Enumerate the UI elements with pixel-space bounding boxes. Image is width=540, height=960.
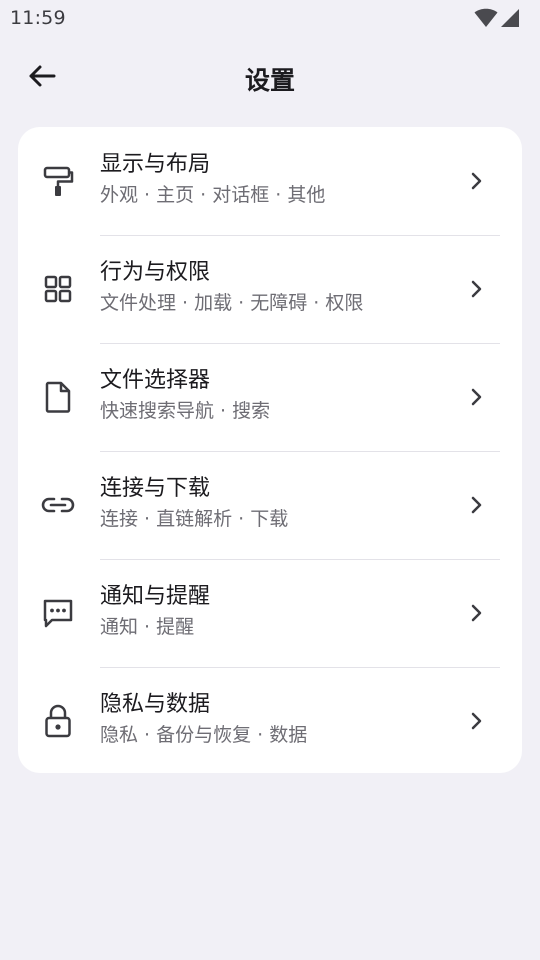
item-subtitle: 隐私 · 备份与恢复 · 数据 [100, 724, 308, 746]
status-bar: 11:59 [0, 0, 540, 36]
settings-card: 显示与布局 外观 · 主页 · 对话框 · 其他 行为与权限 文件处理 · 加载… [18, 127, 522, 773]
settings-item-display-layout[interactable]: 显示与布局 外观 · 主页 · 对话框 · 其他 [18, 127, 522, 235]
link-icon [40, 487, 76, 523]
status-icons [474, 8, 520, 32]
page-title: 设置 [244, 66, 295, 95]
chevron-right-icon [464, 709, 488, 733]
chevron-right-icon [464, 277, 488, 301]
item-text: 行为与权限 文件处理 · 加载 · 无障碍 · 权限 [100, 258, 363, 317]
cellular-signal-icon [500, 8, 520, 32]
chevron-right-icon [464, 169, 488, 193]
item-title: 文件选择器 [100, 368, 211, 393]
paint-roller-icon [40, 163, 76, 199]
status-time: 11:59 [10, 7, 66, 29]
settings-item-notifications-reminders[interactable]: 通知与提醒 通知 · 提醒 [18, 559, 522, 667]
item-subtitle: 文件处理 · 加载 · 无障碍 · 权限 [100, 292, 364, 314]
settings-item-privacy-data[interactable]: 隐私与数据 隐私 · 备份与恢复 · 数据 [18, 667, 522, 775]
item-title: 隐私与数据 [100, 692, 211, 717]
file-icon [40, 379, 76, 415]
item-text: 文件选择器 快速搜索导航 · 搜索 [100, 366, 270, 425]
item-text: 显示与布局 外观 · 主页 · 对话框 · 其他 [100, 150, 325, 209]
app-bar: 设置 [0, 36, 540, 120]
message-icon [40, 595, 76, 631]
item-title: 连接与下载 [100, 476, 211, 501]
item-subtitle: 快速搜索导航 · 搜索 [100, 400, 271, 422]
item-title: 行为与权限 [100, 260, 211, 285]
item-text: 连接与下载 连接 · 直链解析 · 下载 [100, 474, 288, 533]
lock-icon [40, 703, 76, 739]
item-title: 显示与布局 [100, 152, 211, 177]
item-subtitle: 通知 · 提醒 [100, 616, 195, 638]
item-subtitle: 外观 · 主页 · 对话框 · 其他 [100, 184, 326, 206]
chevron-right-icon [464, 385, 488, 409]
chevron-right-icon [464, 493, 488, 517]
item-title: 通知与提醒 [100, 584, 211, 609]
item-text: 通知与提醒 通知 · 提醒 [100, 582, 210, 641]
settings-item-behavior-permissions[interactable]: 行为与权限 文件处理 · 加载 · 无障碍 · 权限 [18, 235, 522, 343]
item-subtitle: 连接 · 直链解析 · 下载 [100, 508, 289, 530]
chevron-right-icon [464, 601, 488, 625]
settings-item-file-picker[interactable]: 文件选择器 快速搜索导航 · 搜索 [18, 343, 522, 451]
settings-item-connection-download[interactable]: 连接与下载 连接 · 直链解析 · 下载 [18, 451, 522, 559]
grid-icon [40, 271, 76, 307]
wifi-icon [474, 8, 498, 32]
item-text: 隐私与数据 隐私 · 备份与恢复 · 数据 [100, 690, 307, 749]
